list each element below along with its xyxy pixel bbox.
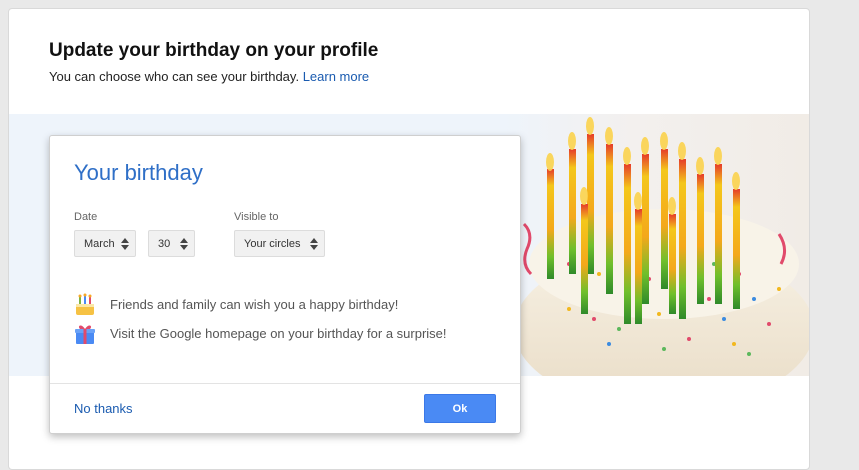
subtitle-text: You can choose who can see your birthday… bbox=[49, 69, 300, 84]
learn-more-link[interactable]: Learn more bbox=[303, 69, 369, 84]
page-title: Update your birthday on your profile bbox=[49, 40, 379, 61]
month-value: March bbox=[84, 238, 115, 250]
visible-to-label: Visible to bbox=[234, 211, 279, 223]
birthday-promo-page: Update your birthday on your profile You… bbox=[8, 8, 810, 470]
select-arrows-icon bbox=[180, 238, 188, 250]
no-thanks-link[interactable]: No thanks bbox=[74, 401, 133, 416]
visibility-value: Your circles bbox=[244, 238, 301, 250]
date-label: Date bbox=[74, 211, 98, 223]
info-text: Visit the Google homepage on your birthd… bbox=[110, 326, 447, 341]
day-value: 30 bbox=[158, 238, 171, 250]
birthday-dialog: Your birthday Date March 30 Visible to Y… bbox=[49, 135, 521, 434]
select-arrows-icon bbox=[310, 238, 318, 250]
ok-button[interactable]: Ok bbox=[424, 394, 496, 423]
visibility-select[interactable]: Your circles bbox=[234, 230, 325, 257]
dialog-divider bbox=[50, 383, 520, 384]
gift-icon bbox=[74, 322, 96, 346]
dialog-title: Your birthday bbox=[74, 160, 203, 185]
page-subtitle: You can choose who can see your birthday… bbox=[49, 69, 369, 84]
day-select[interactable]: 30 bbox=[148, 230, 195, 257]
month-select[interactable]: March bbox=[74, 230, 136, 257]
info-text: Friends and family can wish you a happy … bbox=[110, 297, 399, 312]
select-arrows-icon bbox=[121, 238, 129, 250]
cake-icon bbox=[74, 293, 96, 317]
